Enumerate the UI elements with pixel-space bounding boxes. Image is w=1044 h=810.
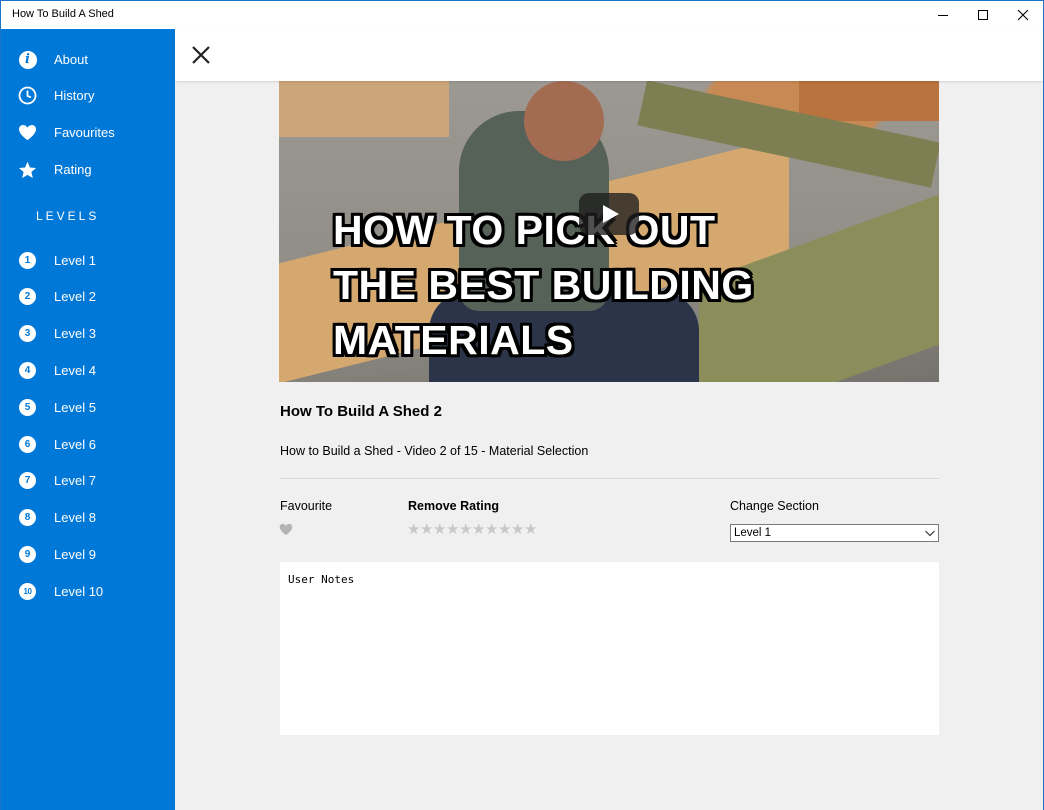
rating-star-3[interactable]: ★ <box>433 522 446 537</box>
chevron-down-icon <box>925 530 935 537</box>
number-circle-icon: 6 <box>18 435 37 454</box>
favourite-label: Favourite <box>280 499 333 513</box>
video-title: How To Build A Shed 2 <box>280 403 442 420</box>
sidebar-item-label: About <box>54 52 88 67</box>
video-player[interactable]: HOW TO PICK OUT THE BEST BUILDING MATERI… <box>279 81 939 382</box>
sidebar-item-level-7[interactable]: 7 Level 7 <box>1 464 175 498</box>
window-title: How To Build A Shed <box>12 8 114 20</box>
sidebar-item-level-5[interactable]: 5 Level 5 <box>1 391 175 425</box>
sidebar-item-history[interactable]: History <box>1 79 175 113</box>
title-bar: How To Build A Shed <box>1 1 1043 29</box>
number-circle-icon: 5 <box>18 398 37 417</box>
sidebar-item-label: History <box>54 88 95 103</box>
number-circle-icon: 9 <box>18 545 37 564</box>
video-description: How to Build a Shed - Video 2 of 15 - Ma… <box>280 444 589 458</box>
maximize-button[interactable] <box>963 1 1003 29</box>
play-button[interactable] <box>579 193 639 235</box>
play-icon <box>603 205 619 223</box>
sidebar-item-label: Level 5 <box>54 400 96 415</box>
rating-star-4[interactable]: ★ <box>446 522 459 537</box>
sidebar: i About History Favourites Rating LEVELS… <box>1 29 175 810</box>
sidebar-item-label: Favourites <box>54 125 115 140</box>
number-circle-icon: 10 <box>18 582 37 601</box>
rating-star-2[interactable]: ★ <box>420 522 433 537</box>
sidebar-item-label: Rating <box>54 162 92 177</box>
change-section-label: Change Section <box>730 499 819 513</box>
rating-star-9[interactable]: ★ <box>511 522 524 537</box>
number-circle-icon: 7 <box>18 471 37 490</box>
remove-rating-button[interactable]: Remove Rating <box>408 499 499 513</box>
sidebar-item-label: Level 1 <box>54 253 96 268</box>
sidebar-item-favourites[interactable]: Favourites <box>1 116 175 150</box>
maximize-icon <box>978 10 988 20</box>
sidebar-item-level-8[interactable]: 8 Level 8 <box>1 501 175 535</box>
sidebar-item-label: Level 10 <box>54 584 104 599</box>
number-circle-icon: 2 <box>18 287 37 306</box>
sidebar-item-level-2[interactable]: 2 Level 2 <box>1 280 175 314</box>
sidebar-item-level-9[interactable]: 9 Level 9 <box>1 538 175 572</box>
info-icon: i <box>18 50 37 69</box>
sidebar-item-label: Level 7 <box>54 473 96 488</box>
close-icon <box>192 46 210 64</box>
minimize-button[interactable] <box>923 1 963 29</box>
sidebar-item-level-6[interactable]: 6 Level 6 <box>1 428 175 462</box>
sidebar-item-rating[interactable]: Rating <box>1 153 175 187</box>
clock-icon <box>18 86 37 105</box>
sidebar-item-label: Level 2 <box>54 289 96 304</box>
rating-star-5[interactable]: ★ <box>459 522 472 537</box>
user-notes-textarea[interactable]: User Notes <box>280 562 939 735</box>
close-pane-button[interactable] <box>191 45 211 65</box>
sidebar-item-label: Level 6 <box>54 437 96 452</box>
detail-pane: HOW TO PICK OUT THE BEST BUILDING MATERI… <box>175 81 1043 810</box>
rating-star-7[interactable]: ★ <box>485 522 498 537</box>
sidebar-item-level-4[interactable]: 4 Level 4 <box>1 354 175 388</box>
sidebar-item-about[interactable]: i About <box>1 43 175 77</box>
top-bar <box>175 29 1043 81</box>
video-thumbnail-caption: HOW TO PICK OUT THE BEST BUILDING MATERI… <box>333 207 754 363</box>
number-circle-icon: 3 <box>18 324 37 343</box>
number-circle-icon: 8 <box>18 508 37 527</box>
sidebar-item-label: Level 9 <box>54 547 96 562</box>
number-circle-icon: 4 <box>18 361 37 380</box>
app-window: How To Build A Shed i About History Favo… <box>0 0 1044 810</box>
rating-star-1[interactable]: ★ <box>407 522 420 537</box>
rating-star-8[interactable]: ★ <box>498 522 511 537</box>
user-notes-placeholder: User Notes <box>288 573 355 586</box>
levels-header: LEVELS <box>36 209 100 223</box>
rating-star-6[interactable]: ★ <box>472 522 485 537</box>
star-icon <box>18 160 37 179</box>
sidebar-item-label: Level 8 <box>54 510 96 525</box>
divider <box>280 478 939 479</box>
window-close-button[interactable] <box>1003 1 1043 29</box>
heart-icon <box>279 523 293 536</box>
sidebar-item-level-1[interactable]: 1 Level 1 <box>1 244 175 278</box>
sidebar-item-level-10[interactable]: 10 Level 10 <box>1 575 175 609</box>
sidebar-item-label: Level 4 <box>54 363 96 378</box>
rating-star-10[interactable]: ★ <box>524 522 537 537</box>
heart-icon <box>18 123 37 142</box>
section-select-value: Level 1 <box>734 527 772 539</box>
close-icon <box>1017 9 1029 21</box>
sidebar-item-label: Level 3 <box>54 326 96 341</box>
section-select[interactable]: Level 1 <box>730 524 939 542</box>
rating-stars: ★ ★ ★ ★ ★ ★ ★ ★ ★ ★ <box>407 522 537 540</box>
minimize-icon <box>938 14 948 16</box>
favourite-toggle[interactable] <box>279 523 295 539</box>
sidebar-item-level-3[interactable]: 3 Level 3 <box>1 317 175 351</box>
number-circle-icon: 1 <box>18 251 37 270</box>
